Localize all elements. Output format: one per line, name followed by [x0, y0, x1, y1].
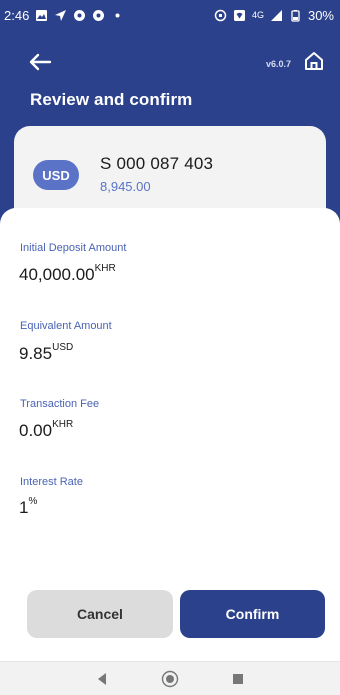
home-icon — [305, 52, 323, 70]
wifi-icon — [233, 9, 246, 22]
account-number: S 000 087 403 — [100, 154, 214, 173]
version-label: v6.0.7 — [266, 59, 292, 69]
details-sheet: Initial Deposit Amount 40,000.00KHR Equi… — [0, 208, 340, 695]
arrow-left-icon — [29, 53, 52, 71]
initial-deposit-amount: 40,000.00 — [19, 265, 95, 284]
equivalent-amount-unit: USD — [52, 342, 74, 354]
cancel-button[interactable]: Cancel — [27, 590, 173, 638]
account-balance: 8,945.00 — [100, 179, 151, 194]
initial-deposit-unit: KHR — [94, 263, 116, 275]
interest-rate-label: Interest Rate — [20, 476, 83, 488]
transaction-fee-value: 0.00KHR — [19, 419, 74, 441]
initial-deposit-label: Initial Deposit Amount — [20, 242, 127, 254]
vpn-icon — [214, 9, 227, 22]
dot-icon — [111, 9, 124, 22]
signal-icon — [270, 9, 283, 22]
triangle-back-icon — [98, 672, 106, 685]
nav-recents-button[interactable] — [229, 670, 247, 688]
transaction-fee-amount: 0.00 — [19, 421, 53, 440]
square-recents-icon — [233, 673, 243, 684]
nav-back-button[interactable] — [93, 670, 111, 688]
navigation-icon — [54, 9, 67, 22]
network-label: 4G — [251, 10, 264, 20]
battery-label: 30% — [307, 7, 334, 23]
home-button[interactable] — [303, 50, 325, 72]
equivalent-amount-value: 9.85USD — [19, 342, 74, 364]
gallery-icon — [35, 9, 48, 22]
currency-badge: USD — [33, 160, 79, 190]
status-right: 4G 30% — [214, 8, 334, 23]
location-icon — [73, 9, 86, 22]
transaction-fee-unit: KHR — [52, 419, 74, 431]
status-bar: 2:46 4G 30% — [0, 0, 340, 30]
status-left: 2:46 — [4, 8, 124, 23]
confirm-button[interactable]: Confirm — [180, 590, 325, 638]
back-button[interactable] — [28, 52, 52, 72]
battery-icon — [289, 9, 302, 22]
equivalent-amount-label: Equivalent Amount — [20, 320, 112, 332]
initial-deposit-value: 40,000.00KHR — [19, 263, 116, 285]
nav-home-button[interactable] — [161, 670, 179, 688]
app-header: v6.0.7 Review and confirm — [0, 30, 340, 126]
location-icon — [92, 9, 105, 22]
transaction-fee-label: Transaction Fee — [20, 398, 100, 410]
equivalent-amount: 9.85 — [19, 344, 53, 363]
page-title: Review and confirm — [30, 90, 193, 109]
status-time: 2:46 — [4, 7, 30, 23]
interest-rate-unit: % — [28, 496, 38, 508]
interest-rate-value: 1% — [19, 496, 38, 518]
system-nav-bar — [0, 661, 340, 695]
circle-home-icon — [161, 670, 179, 687]
